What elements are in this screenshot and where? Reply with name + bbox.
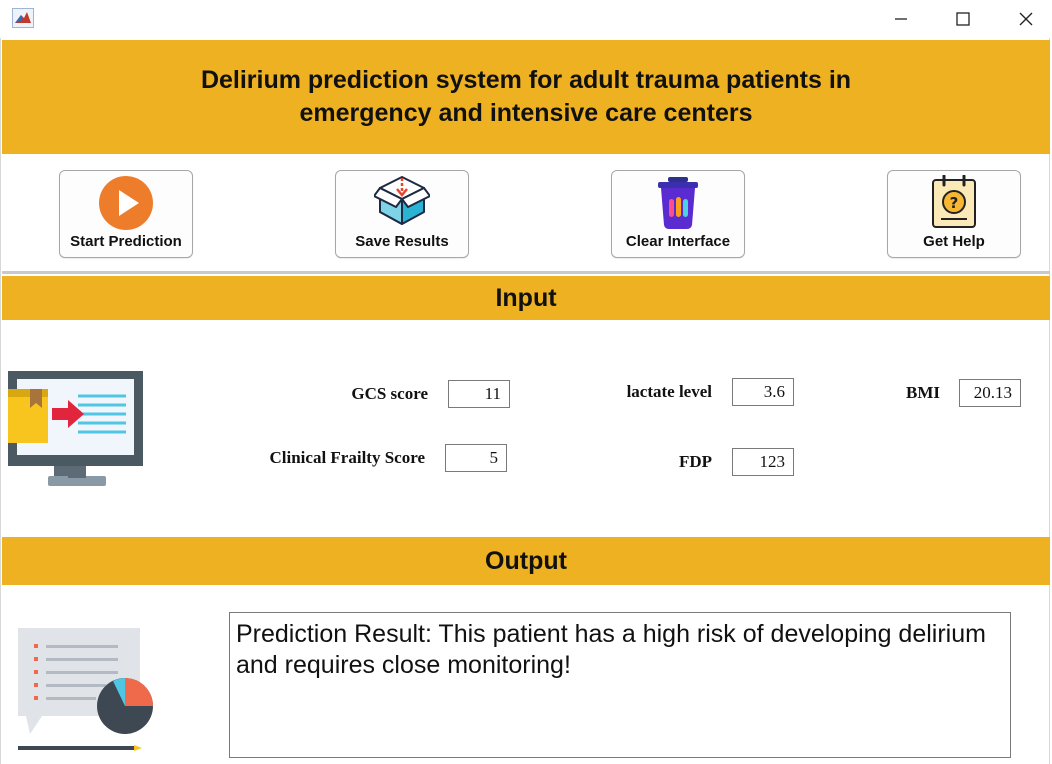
start-prediction-label: Start Prediction [70,233,182,250]
report-chart-icon [16,626,156,759]
lactate-level-field[interactable]: 3.6 [732,378,794,406]
header-banner: Delirium prediction system for adult tra… [2,40,1050,154]
trash-bin-icon [650,175,706,236]
gcs-score-field[interactable]: 11 [448,380,510,408]
play-icon [98,175,154,236]
prediction-result-box: Prediction Result: This patient has a hi… [229,612,1011,758]
prediction-result-text: Prediction Result: This patient has a hi… [236,620,986,679]
save-results-button[interactable]: Save Results [335,170,469,258]
bmi-field[interactable]: 20.13 [959,379,1021,407]
help-clipboard-icon: ? [930,174,978,234]
gcs-score-label: GCS score [351,384,428,403]
clinical-frailty-score-label: Clinical Frailty Score [269,448,426,467]
maximize-icon [956,12,970,26]
minimize-button[interactable] [878,0,924,38]
lactate-level-label: lactate level [626,382,712,401]
fdp-field[interactable]: 123 [732,448,794,476]
close-button[interactable] [1003,0,1049,38]
input-section-bar: Input [2,276,1050,320]
close-icon [1019,12,1033,26]
clear-interface-button[interactable]: Clear Interface [611,170,745,258]
clinical-frailty-score-field[interactable]: 5 [445,444,507,472]
fdp-label: FDP [678,452,712,471]
minimize-icon [895,18,907,20]
svg-text:?: ? [950,194,959,212]
clear-interface-label: Clear Interface [625,233,731,250]
monitor-icon [8,368,146,497]
bmi-label: BMI [906,383,940,402]
get-help-button[interactable]: ? Get Help [887,170,1021,258]
output-section-bar: Output [2,537,1050,585]
get-help-label: Get Help [923,233,985,250]
box-download-icon [373,175,431,232]
start-prediction-button[interactable]: Start Prediction [59,170,193,258]
output-section-title: Output [485,546,567,575]
page-title: Delirium prediction system for adult tra… [200,66,852,127]
divider [2,271,1050,274]
save-results-label: Save Results [355,233,449,250]
maximize-button[interactable] [940,0,986,38]
input-section-title: Input [495,283,557,312]
matlab-icon [12,8,34,28]
